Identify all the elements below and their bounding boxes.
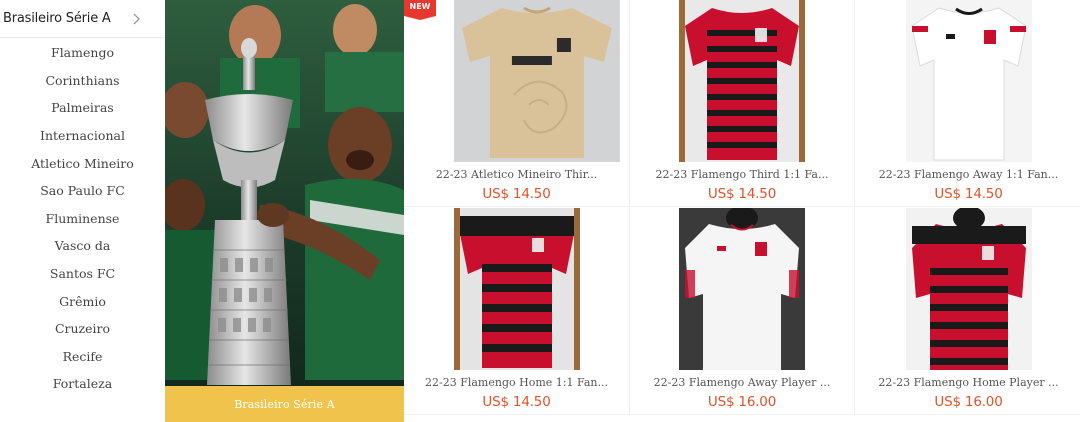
product-grid: NEW 22-23 Atletico Mineiro Thir... US$ 1… [404, 0, 1080, 422]
product-card[interactable]: 22-23 Flamengo Away 1:1 Fan... US$ 14.50 [856, 0, 1080, 207]
sidebar-item-sao-paulo[interactable]: Sao Paulo FC [0, 177, 165, 205]
product-price: US$ 14.50 [707, 186, 777, 202]
sidebar-item-palmeiras[interactable]: Palmeiras [0, 94, 165, 122]
product-price: US$ 16.00 [707, 394, 777, 410]
product-price: US$ 14.50 [934, 186, 1003, 202]
product-name[interactable]: 22-23 Flamengo Home Player ... [856, 376, 1080, 389]
category-sidebar: Brasileiro Série A Flamengo Corinthians … [0, 0, 165, 422]
product-image[interactable] [679, 0, 805, 162]
category-banner[interactable]: Brasileiro Série A [165, 0, 404, 422]
product-card[interactable]: 22-23 Flamengo Home 1:1 Fan... US$ 14.50 [404, 208, 630, 415]
product-image[interactable] [453, 208, 580, 370]
sidebar-item-santos[interactable]: Santos FC [0, 260, 165, 288]
sidebar-item-fluminense[interactable]: Fluminense [0, 205, 165, 233]
banner-caption-text: Brasileiro Série A [234, 397, 335, 411]
product-price: US$ 14.50 [482, 394, 551, 410]
sidebar-item-recife[interactable]: Recife [0, 343, 165, 371]
banner-caption: Brasileiro Série A [165, 386, 404, 422]
category-title: Brasileiro Série A [3, 11, 111, 26]
product-name[interactable]: 22-23 Flamengo Away 1:1 Fan... [856, 168, 1080, 181]
new-badge: NEW [404, 0, 436, 20]
product-image[interactable] [905, 0, 1032, 162]
product-name[interactable]: 22-23 Atletico Mineiro Thir... [404, 168, 629, 181]
product-card[interactable]: NEW 22-23 Atletico Mineiro Thir... US$ 1… [404, 0, 630, 207]
sidebar-item-gremio[interactable]: Grêmio [0, 287, 165, 315]
product-image[interactable] [679, 208, 805, 370]
product-price: US$ 16.00 [934, 394, 1003, 410]
product-name[interactable]: 22-23 Flamengo Third 1:1 Fa... [630, 168, 854, 181]
product-image[interactable] [905, 208, 1032, 370]
sidebar-item-atletico-mineiro[interactable]: Atletico Mineiro [0, 149, 165, 177]
sidebar-item-internacional[interactable]: Internacional [0, 122, 165, 150]
category-header[interactable]: Brasileiro Série A [0, 0, 165, 38]
product-price: US$ 14.50 [482, 186, 551, 202]
celebration-photo [165, 0, 404, 422]
sidebar-item-cruzeiro[interactable]: Cruzeiro [0, 315, 165, 343]
product-name[interactable]: 22-23 Flamengo Home 1:1 Fan... [404, 376, 629, 389]
product-card[interactable]: 22-23 Flamengo Away Player ... US$ 16.00 [630, 208, 855, 415]
chevron-right-icon [133, 13, 140, 24]
sidebar-item-corinthians[interactable]: Corinthians [0, 67, 165, 95]
sidebar-item-fortaleza[interactable]: Fortaleza [0, 370, 165, 398]
product-card[interactable]: 22-23 Flamengo Third 1:1 Fa... US$ 14.50 [630, 0, 855, 207]
team-list: Flamengo Corinthians Palmeiras Internaci… [0, 38, 165, 398]
product-image[interactable] [453, 0, 620, 162]
product-name[interactable]: 22-23 Flamengo Away Player ... [630, 376, 854, 389]
sidebar-item-vasco[interactable]: Vasco da [0, 232, 165, 260]
product-card[interactable]: 22-23 Flamengo Home Player ... US$ 16.00 [856, 208, 1080, 415]
sidebar-item-flamengo[interactable]: Flamengo [0, 39, 165, 67]
